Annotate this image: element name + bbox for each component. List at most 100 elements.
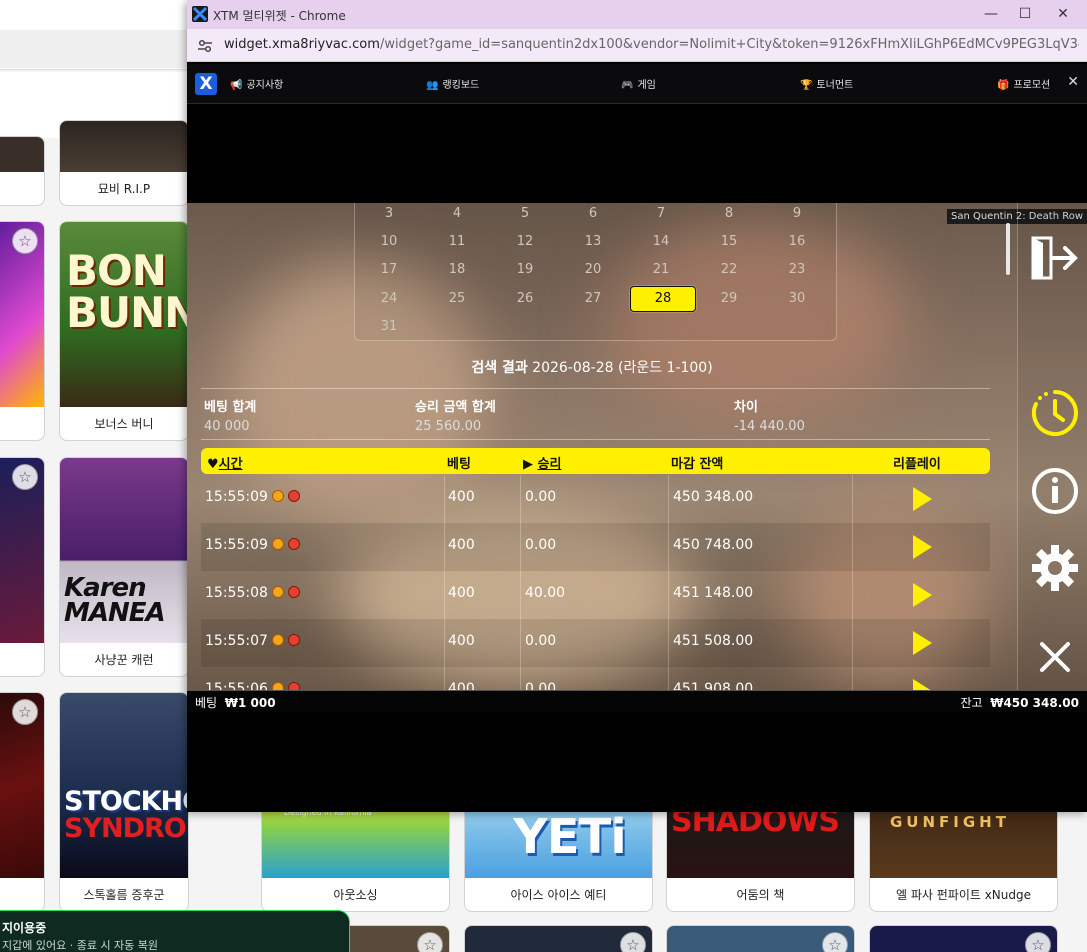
calendar-day[interactable]: 9	[777, 206, 817, 221]
info-button[interactable]	[1030, 466, 1080, 516]
calendar-day[interactable]: 10	[369, 234, 409, 249]
col-time-header[interactable]: ♥시간	[207, 453, 243, 472]
calendar-day[interactable]: 26	[505, 291, 545, 306]
game-card-title: 어둠의 책	[736, 888, 785, 902]
game-card[interactable]: Karen MANEA 사냥꾼 캐런	[59, 457, 189, 677]
settings-button[interactable]	[1030, 543, 1080, 593]
col-win-header[interactable]: ▶ 승리	[523, 453, 561, 472]
favorite-star-icon[interactable]: ☆	[822, 932, 848, 952]
calendar-day[interactable]: 8	[709, 206, 749, 221]
calendar-day[interactable]: 22	[709, 262, 749, 277]
replay-play-icon[interactable]	[913, 631, 932, 655]
favorite-star-icon[interactable]: ☆	[12, 464, 38, 490]
favorite-star-icon[interactable]: ☆	[12, 699, 38, 725]
replay-play-icon[interactable]	[913, 583, 932, 607]
exit-button[interactable]	[1030, 233, 1080, 283]
calendar-day[interactable]: 25	[437, 291, 477, 306]
game-card-partial[interactable]	[0, 136, 45, 206]
cell-time: 15:55:07	[205, 633, 300, 649]
game-card[interactable]: BON BUNN 보너스 버니	[59, 221, 189, 441]
nav-tournament[interactable]: 🏆 토너먼트	[800, 76, 853, 91]
game-card-art-text: Karen MANEA	[64, 573, 166, 628]
history-button[interactable]	[1030, 388, 1080, 438]
close-game-button[interactable]	[1030, 632, 1080, 682]
game-card-title: 보너스 버니	[94, 417, 154, 431]
feature-badge-icon	[287, 586, 300, 598]
calendar-day[interactable]: 12	[505, 234, 545, 249]
calendar-day[interactable]: 14	[641, 234, 681, 249]
replay-play-icon[interactable]	[913, 487, 932, 511]
calendar-day[interactable]: 3	[369, 206, 409, 221]
minimize-button[interactable]: —	[979, 4, 1003, 24]
calendar-day[interactable]: 30	[777, 291, 817, 306]
win-total-value: 25 560.00	[415, 419, 482, 434]
nav-leaderboard[interactable]: 👥 랭킹보드	[426, 76, 479, 91]
calendar-day[interactable]: 16	[777, 234, 817, 249]
calendar-day[interactable]: 20	[573, 262, 613, 277]
maximize-button[interactable]: ☐	[1013, 4, 1037, 24]
game-card-title: 묘비 R.I.P	[97, 182, 151, 196]
calendar-day[interactable]: 21	[641, 262, 681, 277]
calendar-day[interactable]: 19	[505, 262, 545, 277]
site-settings-icon[interactable]	[196, 37, 214, 55]
close-window-button[interactable]: ✕	[1051, 4, 1075, 24]
calendar-day[interactable]: 31	[369, 319, 409, 334]
game-card[interactable]: ☆	[666, 925, 855, 952]
cell-win: 0.00	[525, 633, 556, 649]
calendar-day[interactable]: 6	[573, 206, 613, 221]
column-divider	[444, 523, 445, 571]
url-text[interactable]: widget.xma8riyvac.com/widget?game_id=san…	[224, 37, 1079, 52]
calendar-day[interactable]: 23	[777, 262, 817, 277]
calendar-day[interactable]: 7	[641, 206, 681, 221]
calendar-day[interactable]: 4	[437, 206, 477, 221]
favorite-star-icon[interactable]: ☆	[620, 932, 646, 952]
favorite-star-icon[interactable]: ☆	[1025, 932, 1051, 952]
calendar-day[interactable]: 18	[437, 262, 477, 277]
column-divider	[520, 667, 521, 690]
calendar-day[interactable]: 5	[505, 206, 545, 221]
game-card[interactable]: 묘비 R.I.P	[59, 120, 189, 206]
favorite-star-icon[interactable]: ☆	[12, 228, 38, 254]
game-card-partial[interactable]: ☆	[0, 692, 45, 912]
nav-notice[interactable]: 📢 공지사항	[230, 76, 283, 91]
table-row: 15:55:07 400 0.00 451 508.00	[201, 619, 990, 667]
url-domain: widget.xma8riyvac.com	[224, 37, 380, 52]
calendar-day[interactable]: 24	[369, 291, 409, 306]
calendar-day[interactable]: 13	[573, 234, 613, 249]
col-win-label: 승리	[537, 457, 562, 472]
nav-promotion[interactable]: 🎁 프로모션	[997, 76, 1050, 91]
scrollbar-thumb[interactable]	[1006, 223, 1010, 275]
calendar-day-selected[interactable]: 28	[630, 286, 696, 312]
coin-icon	[271, 490, 284, 502]
nav-notice-label: 공지사항	[246, 80, 284, 91]
xtm-logo-icon[interactable]: X	[195, 73, 217, 95]
calendar-day[interactable]: 11	[437, 234, 477, 249]
calendar-day[interactable]: 29	[709, 291, 749, 306]
cell-time: 15:55:06	[205, 681, 300, 690]
widget-close-icon[interactable]: ✕	[1067, 74, 1079, 90]
game-card[interactable]: STOCKHOLM SYNDROME 스톡홀름 증후군	[59, 692, 189, 912]
window-titlebar[interactable]: XTM 멀티위젯 - Chrome — ☐ ✕	[187, 0, 1087, 29]
game-card[interactable]: ☆	[869, 925, 1058, 952]
calendar-day[interactable]: 15	[709, 234, 749, 249]
difference-value: -14 440.00	[734, 419, 805, 434]
cell-win-text: 0.00	[525, 681, 557, 690]
clock-history-icon	[1032, 390, 1078, 436]
cell-win-text: 0.00	[525, 537, 557, 553]
replay-play-icon[interactable]	[913, 679, 932, 690]
column-divider	[444, 475, 445, 523]
cell-bet: 400	[448, 489, 475, 505]
calendar-day[interactable]: 17	[369, 262, 409, 277]
replay-play-icon[interactable]	[913, 535, 932, 559]
favorite-star-icon[interactable]: ☆	[417, 932, 443, 952]
game-side-panel	[1006, 203, 1087, 690]
calendar-day[interactable]: 27	[573, 291, 613, 306]
nav-games-label: 게임	[637, 80, 656, 91]
game-card-partial[interactable]: ☆	[0, 457, 45, 677]
coin-icon	[271, 682, 284, 690]
nav-games[interactable]: 🎮 게임	[621, 76, 656, 91]
cell-win: 0.00	[525, 681, 556, 690]
address-bar[interactable]: widget.xma8riyvac.com/widget?game_id=san…	[187, 29, 1087, 62]
game-card[interactable]: ☆	[464, 925, 653, 952]
game-card-partial[interactable]: ☆	[0, 221, 45, 441]
